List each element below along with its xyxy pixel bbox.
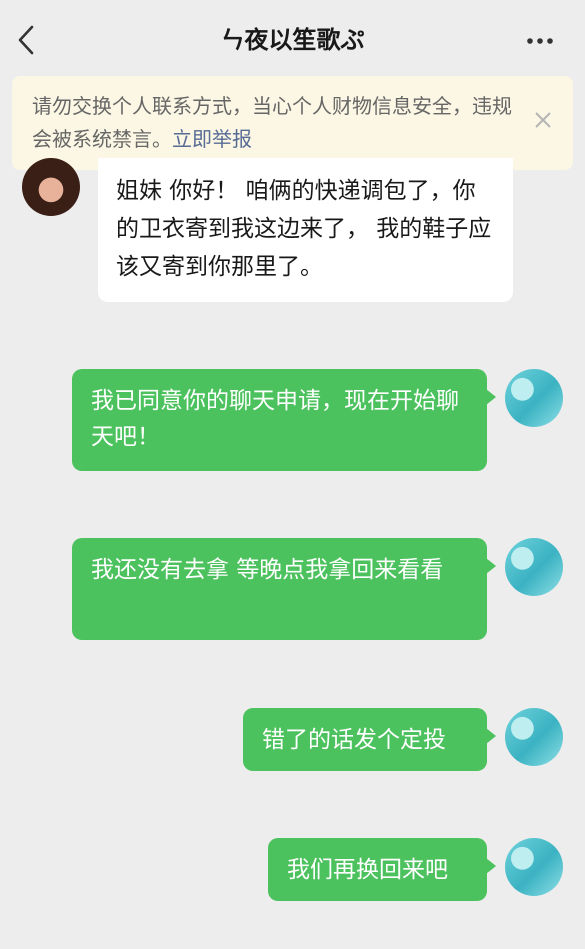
outgoing-message[interactable]: 错了的话发个定投 xyxy=(243,708,496,771)
my-avatar[interactable] xyxy=(505,538,563,596)
contact-avatar[interactable] xyxy=(22,158,80,216)
back-button[interactable] xyxy=(10,20,46,60)
chat-header: ㄣ夜以笙歌ぷ xyxy=(0,0,585,80)
my-avatar[interactable] xyxy=(505,708,563,766)
chevron-left-icon xyxy=(18,25,34,55)
close-icon xyxy=(535,112,551,128)
report-link[interactable]: 立即举报 xyxy=(172,127,252,151)
chat-title: ㄣ夜以笙歌ぷ xyxy=(220,26,365,54)
outgoing-message[interactable]: 我们再换回来吧 xyxy=(268,838,496,901)
incoming-message[interactable]: 姐妹 你好！ 咱俩的快递调包了，你的卫衣寄到我这边来了， 我的鞋子应该又寄到你那… xyxy=(98,158,513,302)
close-warning-button[interactable] xyxy=(531,108,555,132)
outgoing-message[interactable]: 我已同意你的聊天申请，现在开始聊天吧！ xyxy=(72,369,496,471)
my-avatar[interactable] xyxy=(505,838,563,896)
warning-text: 请勿交换个人联系方式，当心个人财物信息安全，违规会被系统禁言。 xyxy=(32,94,512,151)
more-horizontal-icon xyxy=(527,38,553,44)
safety-warning-banner: 请勿交换个人联系方式，当心个人财物信息安全，违规会被系统禁言。立即举报 xyxy=(12,76,573,170)
outgoing-message[interactable]: 我还没有去拿 等晚点我拿回来看看 xyxy=(72,538,496,640)
more-button[interactable] xyxy=(522,30,558,52)
my-avatar[interactable] xyxy=(505,369,563,427)
